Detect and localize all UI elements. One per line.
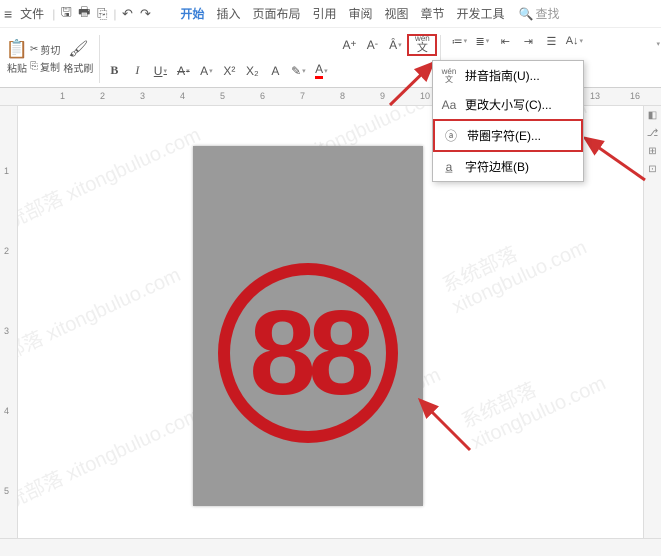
dropdown-label: 拼音指南(U)... bbox=[465, 67, 540, 84]
paste-group[interactable]: 📋 粘贴 bbox=[4, 30, 30, 85]
tab-review[interactable]: 审阅 bbox=[343, 3, 379, 24]
format-painter[interactable]: 🖌 格式刷 bbox=[60, 30, 96, 85]
indent-button[interactable]: ⇥ bbox=[517, 30, 539, 52]
bold-button[interactable]: B bbox=[103, 60, 125, 82]
vruler-tick: 2 bbox=[4, 246, 9, 256]
tab-view[interactable]: 视图 bbox=[379, 3, 415, 24]
copy-icon: ⎘ bbox=[30, 61, 38, 72]
phonetic-guide-button[interactable]: wén 文 ▾ bbox=[407, 34, 437, 56]
sidebar-tool-icon[interactable]: ◧ bbox=[646, 110, 660, 124]
status-bar bbox=[0, 538, 661, 556]
subscript-button[interactable]: X₂ bbox=[241, 60, 263, 82]
tab-references[interactable]: 引用 bbox=[306, 3, 342, 24]
search-label: 查找 bbox=[536, 5, 560, 22]
cut-label: 剪切 bbox=[40, 42, 60, 57]
search-box[interactable]: 🔍 查找 bbox=[519, 5, 560, 22]
pinyin-icon: wén文 bbox=[441, 68, 457, 84]
dropdown-label: 带圈字符(E)... bbox=[467, 127, 541, 144]
vruler-tick: 3 bbox=[4, 326, 9, 336]
phonetic-char: 文 bbox=[417, 43, 428, 54]
separator: | bbox=[52, 7, 55, 21]
watermark: 系统部落 xitongbuluo.com bbox=[18, 259, 185, 383]
ruler-tick: 2 bbox=[100, 91, 105, 101]
ruler-tick: 4 bbox=[180, 91, 185, 101]
tab-chapter[interactable]: 章节 bbox=[415, 3, 451, 24]
dropdown-enclosed-char[interactable]: ⓐ 带圈字符(E)... bbox=[433, 119, 583, 152]
format-painter-label: 格式刷 bbox=[63, 60, 93, 75]
font-color-button[interactable]: A▾ bbox=[310, 60, 332, 82]
file-menu[interactable]: 文件 bbox=[14, 3, 50, 24]
dropdown-pinyin-guide[interactable]: wén文 拼音指南(U)... bbox=[433, 61, 583, 90]
sidebar-tool-icon[interactable]: ⎇ bbox=[646, 128, 660, 142]
dropdown-char-border[interactable]: a̲ 字符边框(B) bbox=[433, 152, 583, 181]
watermark: 系统部落 xitongbuluo.com bbox=[456, 329, 643, 454]
cut-button[interactable]: ✂剪切 bbox=[30, 42, 60, 57]
vertical-ruler[interactable]: 1 2 3 4 5 bbox=[0, 106, 18, 538]
circled-icon: ⓐ bbox=[443, 127, 459, 144]
dropdown-change-case[interactable]: Aa 更改大小写(C)... bbox=[433, 90, 583, 119]
document-page[interactable]: 88 bbox=[193, 146, 423, 506]
vruler-tick: 5 bbox=[4, 486, 9, 496]
ruler-tick: 7 bbox=[300, 91, 305, 101]
vruler-tick: 4 bbox=[4, 406, 9, 416]
bullets-button[interactable]: ≔▾ bbox=[448, 30, 470, 52]
dropdown-label: 更改大小写(C)... bbox=[465, 96, 552, 113]
border-icon: a̲ bbox=[441, 160, 457, 174]
right-sidebar: ◧ ⎇ ⊞ ⊡ bbox=[643, 106, 661, 538]
vruler-tick: 1 bbox=[4, 166, 9, 176]
tab-insert[interactable]: 插入 bbox=[210, 3, 246, 24]
underline-button[interactable]: U▾ bbox=[149, 60, 171, 82]
redo-icon[interactable]: ↷ bbox=[136, 5, 154, 23]
document-content: 88 bbox=[249, 293, 366, 413]
ruler-tick: 6 bbox=[260, 91, 265, 101]
tab-page-layout[interactable]: 页面布局 bbox=[246, 3, 306, 24]
ruler-tick: 8 bbox=[340, 91, 345, 101]
watermark: 系统部落 xitongbuluo.com bbox=[18, 119, 205, 243]
undo-icon[interactable]: ↶ bbox=[118, 5, 136, 23]
scissors-icon: ✂ bbox=[30, 44, 38, 55]
case-icon: Aa bbox=[441, 98, 457, 112]
ruler-tick: 16 bbox=[630, 91, 640, 101]
sidebar-tool-icon[interactable]: ⊞ bbox=[646, 146, 660, 160]
ruler-tick: 9 bbox=[380, 91, 385, 101]
sidebar-tool-icon[interactable]: ⊡ bbox=[646, 164, 660, 178]
print-icon[interactable]: 🖶 bbox=[75, 5, 93, 23]
numbering-button[interactable]: ≣▾ bbox=[471, 30, 493, 52]
dropdown-label: 字符边框(B) bbox=[465, 158, 529, 175]
text-direction-button[interactable]: ☰ bbox=[540, 30, 562, 52]
brush-icon: 🖌 bbox=[69, 40, 87, 58]
strikethrough-button[interactable]: A▾ bbox=[172, 60, 194, 82]
outdent-button[interactable]: ⇤ bbox=[494, 30, 516, 52]
highlight-button[interactable]: ✎▾ bbox=[287, 60, 309, 82]
case-button[interactable]: Ȃ▾ bbox=[384, 34, 406, 56]
ruler-tick: 1 bbox=[60, 91, 65, 101]
enclosed-character[interactable]: 88 bbox=[218, 263, 398, 443]
ruler-tick: 13 bbox=[590, 91, 600, 101]
italic-button[interactable]: I bbox=[126, 60, 148, 82]
watermark: 系统部落 xitongbuluo.com bbox=[437, 185, 643, 319]
separator: | bbox=[113, 7, 116, 21]
search-icon: 🔍 bbox=[519, 7, 534, 21]
copy-button[interactable]: ⎘复制 bbox=[30, 59, 60, 74]
hamburger-icon[interactable]: ≡ bbox=[4, 6, 12, 22]
superscript-button[interactable]: X² bbox=[218, 60, 240, 82]
decrease-font-button[interactable]: A- bbox=[361, 34, 383, 56]
tab-dev-tools[interactable]: 开发工具 bbox=[451, 3, 511, 24]
ruler-tick: 10 bbox=[420, 91, 430, 101]
font-effect-button[interactable]: A▾ bbox=[195, 60, 217, 82]
paste-icon: 📋 bbox=[8, 40, 26, 58]
divider bbox=[99, 35, 100, 83]
preview-icon[interactable]: ⎘ bbox=[93, 5, 111, 23]
save-icon[interactable]: 🖫 bbox=[57, 5, 75, 23]
copy-label: 复制 bbox=[40, 59, 60, 74]
watermark: 系统部落 xitongbuluo.com bbox=[18, 399, 205, 523]
ruler-tick: 3 bbox=[140, 91, 145, 101]
sort-button[interactable]: A↓▾ bbox=[563, 30, 585, 52]
increase-font-button[interactable]: A+ bbox=[338, 34, 360, 56]
phonetic-dropdown: wén文 拼音指南(U)... Aa 更改大小写(C)... ⓐ 带圈字符(E)… bbox=[432, 60, 584, 182]
paste-label: 粘贴 bbox=[7, 60, 27, 75]
ruler-tick: 5 bbox=[220, 91, 225, 101]
clear-format-button[interactable]: A bbox=[264, 60, 286, 82]
tab-home[interactable]: 开始 bbox=[174, 3, 210, 24]
